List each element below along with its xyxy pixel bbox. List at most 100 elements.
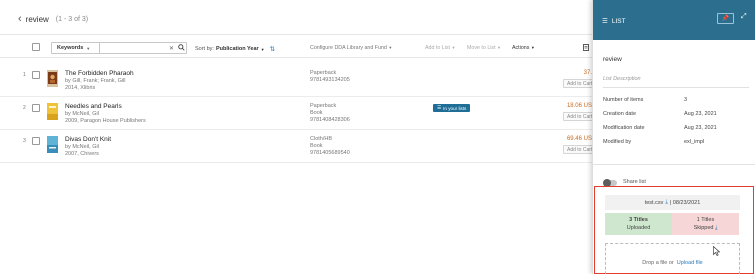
format-line: Paperback — [310, 103, 337, 109]
file-name[interactable]: test.csv — [645, 200, 664, 206]
caret-down-icon: ▼ — [260, 46, 265, 52]
detail-value: Aug 23, 2021 — [684, 125, 717, 131]
list-icon: ☰ — [437, 105, 442, 110]
download-icon[interactable]: ⤓ — [715, 225, 717, 231]
upload-section: test.csv ⤓ | 08/23/2021 3 Titles Uploade… — [594, 186, 754, 274]
move-to-list-button[interactable]: Move to List ▼ — [467, 45, 501, 51]
table-row[interactable]: 3 Divas Don't Knit by McNeil, Gil 2007, … — [0, 130, 595, 163]
search-input[interactable] — [100, 43, 168, 53]
caret-down-icon: ▼ — [497, 45, 502, 50]
format-line: Book — [310, 110, 323, 116]
book-meta: by McNeil, Gil 2007, Chivers — [65, 144, 99, 158]
add-to-cart-button[interactable]: Add to Cart — [563, 112, 595, 121]
book-title[interactable]: Needles and Pearls — [65, 103, 122, 110]
price: 37. — [583, 70, 592, 76]
book-cover[interactable] — [47, 70, 58, 87]
search-icon[interactable] — [178, 43, 185, 53]
list-icon: ☰ — [602, 18, 608, 25]
book-title[interactable]: Divas Don't Knit — [65, 136, 111, 143]
upload-file-link[interactable]: Upload file — [677, 260, 703, 266]
actions-button[interactable]: Actions ▼ — [512, 45, 535, 51]
mouse-cursor-icon — [713, 246, 720, 256]
sort-control[interactable]: Sort by: Publication Year ▼ ⇅ — [195, 45, 275, 53]
toolbar: Keywords ▼ ✕ Sort by: Publication Year ▼ … — [0, 34, 592, 58]
detail-key: Creation date — [603, 111, 637, 117]
row-checkbox[interactable] — [32, 71, 40, 79]
panel-title-label: LIST — [611, 17, 626, 25]
row-number: 2 — [23, 105, 26, 111]
uploaded-label: Uploaded — [626, 225, 651, 231]
page-header: ‹ review (1 - 3 of 3) — [18, 14, 89, 25]
add-to-list-label: Add to List — [425, 45, 451, 51]
table-row[interactable]: 2 Needles and Pearls by McNeil, Gil 2009… — [0, 97, 595, 130]
select-all-checkbox[interactable] — [32, 43, 40, 51]
chevron-left-icon[interactable]: ‹ — [18, 14, 22, 25]
uploaded-stat: 3 Titles Uploaded — [605, 213, 672, 235]
price: 69.46 US — [566, 136, 592, 142]
book-cover[interactable] — [47, 103, 58, 120]
book-publisher: 2014, Xlibris — [65, 85, 96, 91]
row-number: 3 — [23, 138, 26, 144]
add-to-cart-button[interactable]: Add to Cart — [563, 145, 595, 154]
skipped-stat: 1 Titles Skipped ⤓ — [672, 213, 739, 235]
pin-icon[interactable]: 📌 — [717, 13, 734, 24]
table-row[interactable]: 1 The Forbidden Pharaoh by Gill, Frank; … — [0, 64, 595, 97]
result-count: (1 - 3 of 3) — [55, 15, 89, 23]
page-title: review — [25, 14, 49, 24]
skipped-label: Skipped — [693, 225, 714, 231]
clear-icon[interactable]: ✕ — [169, 45, 174, 52]
share-list-label: Share list — [623, 179, 646, 185]
add-to-list-button[interactable]: Add to List ▼ — [425, 45, 455, 51]
uploaded-file-line: test.csv ⤓ | 08/23/2021 — [605, 195, 740, 210]
price: 18.06 US — [566, 103, 592, 109]
search-box: Keywords ▼ ✕ — [51, 42, 187, 54]
book-cover[interactable] — [47, 136, 58, 153]
list-name[interactable]: review — [603, 56, 622, 63]
sort-label: Sort by: — [195, 46, 214, 52]
row-checkbox[interactable] — [32, 104, 40, 112]
book-author: by Gill, Frank; Frank, Gill — [65, 78, 126, 84]
detail-value: exl_impl — [684, 139, 705, 145]
caret-down-icon: ▼ — [530, 45, 535, 50]
detail-value: 3 — [684, 97, 688, 103]
book-author: by McNeil, Gil — [65, 111, 99, 117]
list-details-panel: ☰ LIST 📌 ⤢ review List Description Numbe… — [592, 0, 755, 274]
detail-modification-date: Modification date Aug 23, 2021 — [603, 125, 717, 131]
isbn: 9781408428306 — [310, 117, 350, 123]
download-icon[interactable]: ⤓ — [665, 199, 667, 206]
detail-value: Aug 23, 2021 — [684, 111, 717, 117]
divider — [593, 164, 755, 165]
list-description-field[interactable]: List Description — [603, 72, 749, 88]
detail-key: Number of items — [603, 97, 644, 103]
in-your-lists-badge[interactable]: ☰ In your lists — [433, 104, 471, 112]
book-author: by McNeil, Gil — [65, 144, 99, 150]
book-meta: by Gill, Frank; Frank, Gill 2014, Xlibri… — [65, 78, 126, 92]
book-publisher: 2007, Chivers — [65, 151, 99, 157]
actions-label: Actions — [512, 45, 530, 51]
detail-key: Modification date — [603, 125, 645, 131]
search-scope-dropdown[interactable]: Keywords ▼ — [52, 43, 100, 53]
book-format: Paperback Book 9781408428306 — [310, 103, 350, 124]
configure-dda-button[interactable]: Configure DDA Library and Fund ▼ — [310, 45, 392, 51]
isbn: 9781405689540 — [310, 150, 350, 156]
results-panel: ‹ review (1 - 3 of 3) Keywords ▼ ✕ Sort b… — [0, 0, 595, 274]
panel-header: ☰ LIST 📌 ⤢ — [593, 0, 755, 40]
file-date: | 08/23/2021 — [669, 199, 701, 206]
book-meta: by McNeil, Gil 2009, Paragon House Publi… — [65, 111, 146, 125]
export-icon[interactable] — [583, 44, 589, 53]
caret-down-icon: ▼ — [86, 45, 91, 51]
move-to-list-label: Move to List — [467, 45, 496, 51]
add-to-cart-button[interactable]: Add to Cart — [563, 79, 595, 88]
book-title[interactable]: The Forbidden Pharaoh — [65, 70, 134, 77]
detail-number-of-items: Number of items 3 — [603, 97, 687, 103]
sort-direction-icon[interactable]: ⇅ — [270, 45, 275, 53]
expand-icon[interactable]: ⤢ — [741, 13, 747, 21]
row-checkbox[interactable] — [32, 137, 40, 145]
skipped-count: 1 Titles — [696, 217, 715, 223]
sort-value: Publication Year — [215, 46, 259, 52]
panel-title: ☰ LIST — [602, 17, 626, 26]
drop-text: Drop a file or — [642, 260, 674, 266]
format-line: Cloth/HB — [310, 136, 333, 142]
detail-key: Modified by — [603, 139, 632, 145]
caret-down-icon: ▼ — [388, 45, 393, 50]
